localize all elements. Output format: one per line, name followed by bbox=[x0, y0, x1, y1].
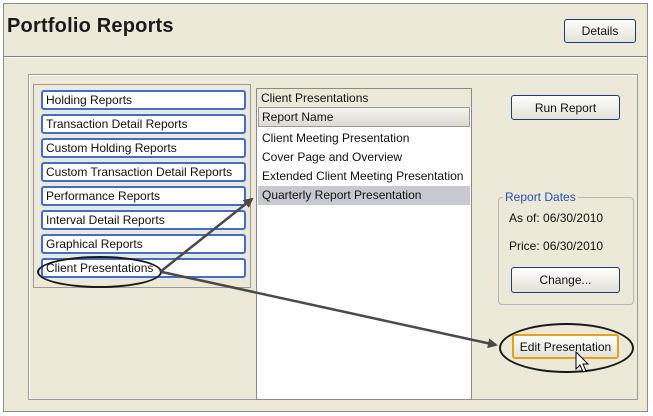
arrow-to-quarterly-report bbox=[159, 197, 254, 273]
annotation-arrows bbox=[159, 197, 590, 373]
arrow-to-edit-presentation bbox=[161, 270, 498, 349]
mouse-pointer-icon bbox=[575, 350, 590, 373]
